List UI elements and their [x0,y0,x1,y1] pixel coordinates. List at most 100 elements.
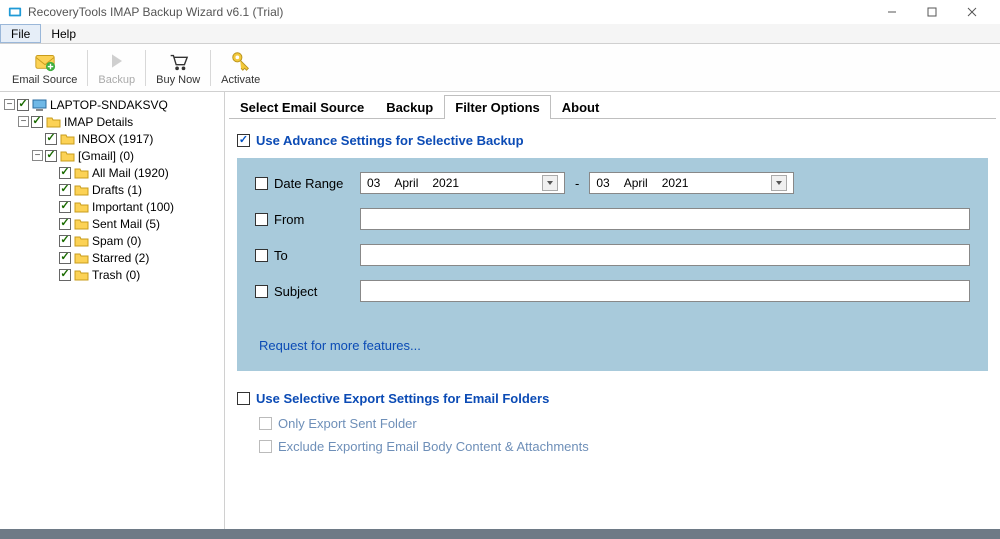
dropdown-icon[interactable] [542,175,558,191]
collapse-icon[interactable]: − [4,99,15,110]
tree-label: LAPTOP-SNDAKSVQ [50,98,168,112]
tree-label: Starred (2) [92,251,149,265]
tree-checkbox[interactable] [59,235,71,247]
toolbar-separator [145,50,146,86]
subject-checkbox[interactable] [255,285,268,298]
computer-icon [32,99,47,111]
to-checkbox[interactable] [255,249,268,262]
advance-settings-label: Use Advance Settings for Selective Backu… [256,133,524,148]
tree-root[interactable]: − LAPTOP-SNDAKSVQ [2,96,222,113]
tree-checkbox[interactable] [59,201,71,213]
buy-now-button[interactable]: Buy Now [148,48,208,88]
to-label: To [274,248,288,263]
tree-drafts[interactable]: Drafts (1) [2,181,222,198]
exclude-body-row: Exclude Exporting Email Body Content & A… [259,439,988,454]
only-sent-row: Only Export Sent Folder [259,416,988,431]
tree-starred[interactable]: Starred (2) [2,249,222,266]
tree-spam[interactable]: Spam (0) [2,232,222,249]
tab-filter-options[interactable]: Filter Options [444,95,551,119]
tab-select-email-source[interactable]: Select Email Source [229,95,375,119]
tree-label: Drafts (1) [92,183,142,197]
filter-panel: Date Range 03 April 2021 - 03 April 2021 [237,158,988,371]
email-source-label: Email Source [12,74,77,86]
dropdown-icon[interactable] [771,175,787,191]
close-button[interactable] [952,0,992,24]
to-input[interactable] [360,244,970,266]
backup-button[interactable]: Backup [90,48,143,88]
email-source-button[interactable]: Email Source [4,48,85,88]
backup-icon [106,50,128,72]
subject-input[interactable] [360,280,970,302]
backup-label: Backup [98,74,135,86]
collapse-icon[interactable]: − [18,116,29,127]
tree-gmail[interactable]: − [Gmail] (0) [2,147,222,164]
tree-all-mail[interactable]: All Mail (1920) [2,164,222,181]
tree-inbox[interactable]: INBOX (1917) [2,130,222,147]
selective-export-check-row: Use Selective Export Settings for Email … [237,391,988,406]
collapse-icon[interactable]: − [32,150,43,161]
selective-export-checkbox[interactable] [237,392,250,405]
app-icon [8,5,22,19]
buy-now-label: Buy Now [156,74,200,86]
tree-label: Sent Mail (5) [92,217,160,231]
date-year: 2021 [662,176,689,190]
activate-label: Activate [221,74,260,86]
status-bar [0,529,1000,539]
from-input[interactable] [360,208,970,230]
date-to-picker[interactable]: 03 April 2021 [589,172,794,194]
maximize-button[interactable] [912,0,952,24]
tree-checkbox[interactable] [17,99,29,111]
folder-tree[interactable]: − LAPTOP-SNDAKSVQ − IMAP Details [0,92,225,529]
tree-checkbox[interactable] [31,116,43,128]
content-area: Select Email Source Backup Filter Option… [225,92,1000,529]
exclude-body-label: Exclude Exporting Email Body Content & A… [278,439,589,454]
request-features-link[interactable]: Request for more features... [259,338,970,353]
folder-icon [60,133,75,145]
tab-backup[interactable]: Backup [375,95,444,119]
menu-file[interactable]: File [0,24,41,43]
tree-checkbox[interactable] [59,269,71,281]
tree-sent-mail[interactable]: Sent Mail (5) [2,215,222,232]
folder-icon [74,269,89,281]
tree-checkbox[interactable] [59,184,71,196]
tree-imap-details[interactable]: − IMAP Details [2,113,222,130]
from-label: From [274,212,304,227]
tree-label: Trash (0) [92,268,140,282]
tree-checkbox[interactable] [45,150,57,162]
date-from-picker[interactable]: 03 April 2021 [360,172,565,194]
subject-label: Subject [274,284,317,299]
subject-row: Subject [255,280,970,302]
menu-help[interactable]: Help [41,24,86,43]
tree-checkbox[interactable] [59,218,71,230]
folder-icon [74,235,89,247]
date-range-checkbox[interactable] [255,177,268,190]
menubar: File Help [0,24,1000,44]
tree-important[interactable]: Important (100) [2,198,222,215]
tree-checkbox[interactable] [45,133,57,145]
advance-settings-check-row: Use Advance Settings for Selective Backu… [237,133,988,148]
email-source-icon [34,50,56,72]
activate-button[interactable]: Activate [213,48,268,88]
advance-settings-checkbox[interactable] [237,134,250,147]
titlebar: RecoveryTools IMAP Backup Wizard v6.1 (T… [0,0,1000,24]
tree-checkbox[interactable] [59,167,71,179]
only-sent-checkbox[interactable] [259,417,272,430]
tree-trash[interactable]: Trash (0) [2,266,222,283]
tab-about[interactable]: About [551,95,611,119]
tree-checkbox[interactable] [59,252,71,264]
minimize-button[interactable] [872,0,912,24]
toolbar-separator [87,50,88,86]
tab-body-filter-options: Use Advance Settings for Selective Backu… [229,119,996,468]
tree-label: [Gmail] (0) [78,149,134,163]
toolbar-separator [210,50,211,86]
tree-label: Important (100) [92,200,174,214]
date-range-row: Date Range 03 April 2021 - 03 April 2021 [255,172,970,194]
from-checkbox[interactable] [255,213,268,226]
tree-label: INBOX (1917) [78,132,153,146]
tree-label: All Mail (1920) [92,166,169,180]
folder-icon [74,167,89,179]
toolbar: Email Source Backup Buy Now Activate [0,44,1000,92]
exclude-body-checkbox[interactable] [259,440,272,453]
tree-label: IMAP Details [64,115,133,129]
cart-icon [167,50,189,72]
